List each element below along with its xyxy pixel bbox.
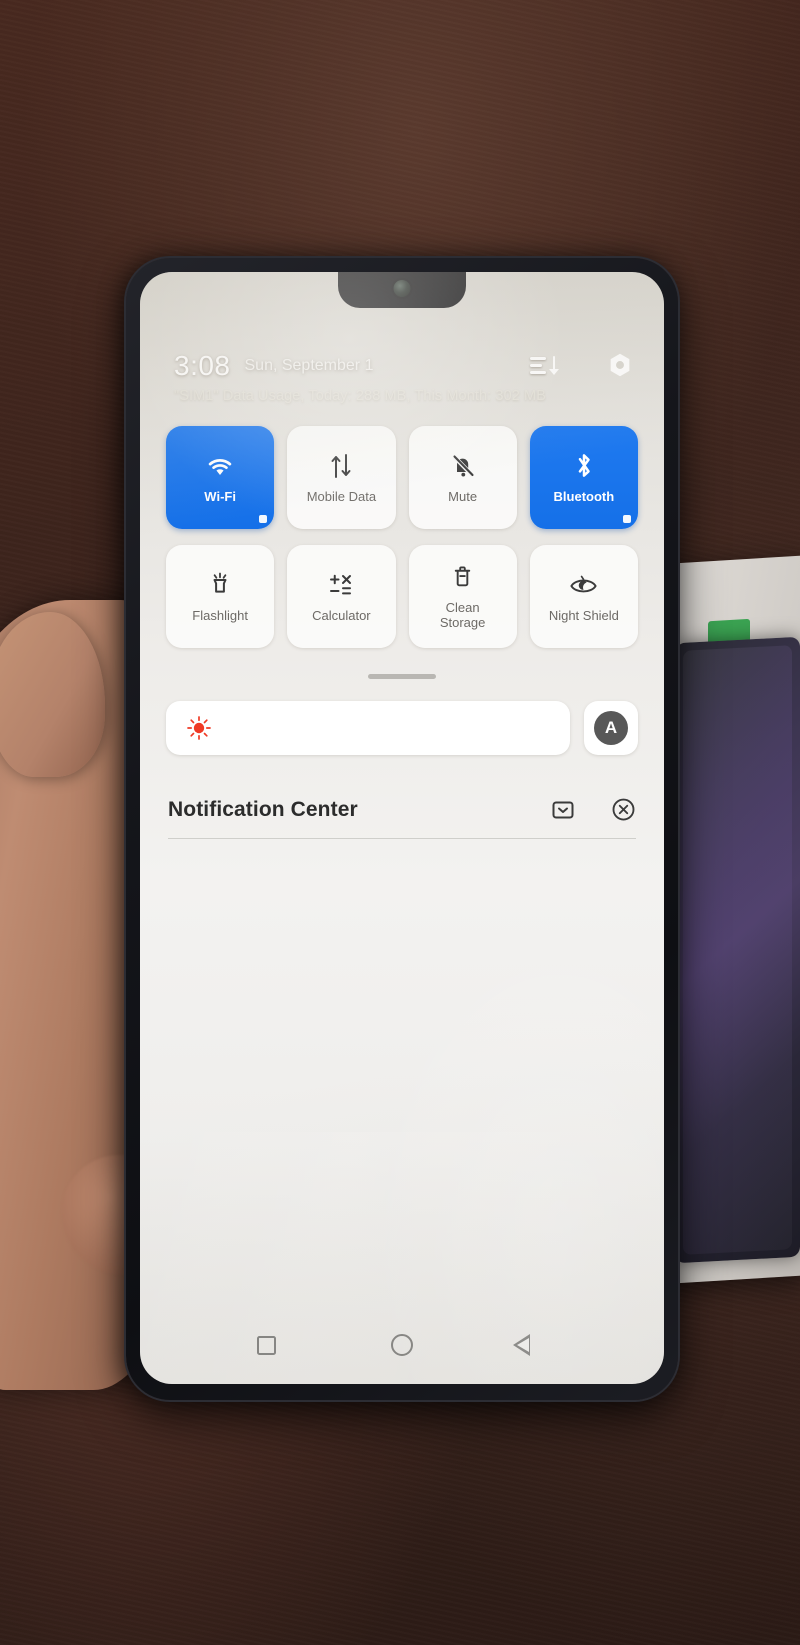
tile-night-shield[interactable]: Night Shield — [529, 545, 638, 648]
tile-label: Mute — [448, 488, 478, 504]
auto-brightness-label: A — [594, 711, 628, 745]
brightness-slider[interactable] — [166, 701, 570, 755]
tile-mute[interactable]: Mute — [408, 426, 517, 529]
auto-brightness-toggle[interactable]: A — [584, 701, 638, 755]
wifi-icon — [205, 451, 235, 481]
tile-label: Mobile Data — [306, 488, 377, 504]
calculator-icon — [326, 570, 356, 600]
circle-icon — [391, 1334, 413, 1356]
flashlight-icon — [206, 570, 234, 600]
tile-calculator[interactable]: Calculator — [287, 545, 396, 648]
triangle-back-icon — [512, 1334, 547, 1356]
page-title: Notification Center — [168, 797, 358, 821]
notification-divider — [168, 838, 636, 839]
gear-icon[interactable] — [606, 351, 634, 381]
recents-button[interactable] — [245, 1324, 287, 1366]
square-icon — [256, 1335, 276, 1355]
tile-flashlight[interactable]: Flashlight — [166, 545, 275, 648]
tile-label: Clean Storage — [439, 600, 486, 630]
front-camera — [393, 280, 411, 297]
date-label: Sun, September 1 — [244, 357, 374, 374]
panel-drag-handle[interactable] — [368, 674, 436, 679]
tile-clean-storage[interactable]: Clean Storage — [408, 545, 517, 648]
notification-center-header: Notification Center — [140, 797, 664, 822]
clock: 3:08 — [174, 350, 231, 381]
sort-order-icon[interactable] — [530, 355, 558, 377]
tile-bluetooth[interactable]: Bluetooth — [529, 426, 638, 529]
phone-device: 3:08 Sun, September 1 "SIM1" Data Usage,… — [126, 258, 678, 1400]
back-button[interactable] — [512, 1324, 559, 1366]
display-notch — [338, 272, 466, 308]
tile-label: Wi-Fi — [204, 488, 236, 504]
tile-label: Calculator — [312, 607, 371, 623]
tile-expand-corner[interactable] — [259, 515, 268, 523]
tile-label: Bluetooth — [553, 488, 615, 504]
second-phone-in-box — [675, 636, 800, 1264]
mobile-data-icon — [328, 451, 354, 481]
clear-all-icon[interactable] — [611, 797, 636, 822]
brightness-row: A — [140, 701, 664, 755]
bell-muted-icon — [449, 451, 477, 481]
bluetooth-icon — [572, 451, 596, 481]
tile-label: Night Shield — [548, 607, 619, 623]
tile-label: Flashlight — [192, 607, 248, 623]
night-shield-icon — [568, 570, 599, 600]
home-button[interactable] — [381, 1324, 423, 1366]
data-usage-text: "SIM1" Data Usage, Today: 288 MB, This M… — [174, 388, 546, 404]
tile-expand-corner[interactable] — [623, 515, 631, 523]
phone-screen: 3:08 Sun, September 1 "SIM1" Data Usage,… — [140, 272, 664, 1384]
tile-wifi[interactable]: Wi-Fi — [166, 426, 275, 529]
notification-settings-icon[interactable] — [551, 798, 575, 822]
navigation-bar — [140, 1306, 664, 1384]
clean-storage-icon — [449, 562, 476, 592]
tile-mobile-data[interactable]: Mobile Data — [287, 426, 396, 529]
brightness-sun-icon — [186, 715, 212, 741]
quick-settings-grid: Wi-Fi Mobile Data Mute Bluetooth Flashli… — [140, 426, 664, 648]
